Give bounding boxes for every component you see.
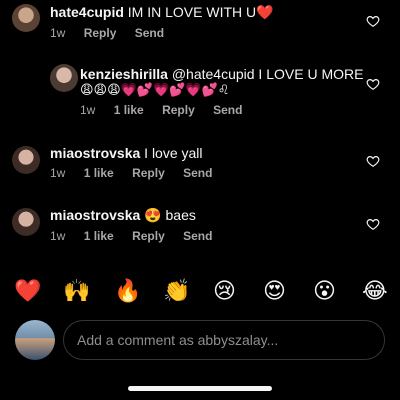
comment-line: miaostrovska 😍 baes	[50, 206, 196, 224]
reaction-fire-emoji[interactable]: 🔥	[114, 277, 141, 307]
comment-text: I love yall	[144, 145, 203, 161]
comment-meta: 1w 1 like Reply Send	[80, 103, 257, 117]
reaction-raised-hands-emoji[interactable]: 🙌	[63, 277, 90, 307]
comment-meta: 1w 1 like Reply Send	[50, 166, 227, 180]
comment-time: 1w	[80, 103, 96, 117]
send-button[interactable]: Send	[183, 229, 212, 243]
like-heart-icon[interactable]	[366, 77, 380, 91]
comment-item: miaostrovska I love yall 1w 1 like Reply…	[0, 140, 400, 185]
reply-button[interactable]: Reply	[162, 103, 195, 117]
comment-item: kenzieshirilla @hate4cupid I LOVE U MORE…	[0, 60, 400, 120]
comment-text: 😍 baes	[144, 207, 196, 223]
reaction-laughing-emoji[interactable]: 😂	[362, 277, 388, 307]
like-heart-icon[interactable]	[366, 14, 380, 28]
send-button[interactable]: Send	[183, 166, 212, 180]
avatar[interactable]	[50, 64, 78, 92]
current-user-avatar	[15, 320, 55, 360]
reaction-crying-emoji[interactable]: 😢	[213, 277, 236, 307]
comment-username[interactable]: hate4cupid	[50, 4, 124, 20]
avatar[interactable]	[12, 208, 40, 236]
comment-item: hate4cupid IM IN LOVE WITH U❤️ 1w Reply …	[0, 0, 400, 45]
reply-button[interactable]: Reply	[84, 26, 117, 40]
comment-input[interactable]	[64, 321, 384, 359]
comment-line: hate4cupid IM IN LOVE WITH U❤️	[50, 3, 274, 21]
reply-button[interactable]: Reply	[132, 229, 165, 243]
comment-item: miaostrovska 😍 baes 1w 1 like Reply Send	[0, 202, 400, 247]
comment-line: miaostrovska I love yall	[50, 144, 203, 162]
avatar[interactable]	[12, 146, 40, 174]
reaction-heart-emoji[interactable]: ❤️	[14, 277, 41, 307]
comment-username[interactable]: kenzieshirilla	[80, 66, 168, 82]
comment-time: 1w	[50, 229, 66, 243]
likes-count[interactable]: 1 like	[114, 103, 144, 117]
reaction-surprised-emoji[interactable]: 😮	[313, 277, 336, 307]
like-heart-icon[interactable]	[366, 154, 380, 168]
like-heart-icon[interactable]	[366, 217, 380, 231]
avatar[interactable]	[12, 4, 40, 32]
comment-meta: 1w 1 like Reply Send	[50, 229, 227, 243]
comment-meta: 1w Reply Send	[50, 26, 179, 40]
comment-line: kenzieshirilla @hate4cupid I LOVE U MORE	[80, 65, 363, 83]
comment-username[interactable]: miaostrovska	[50, 207, 140, 223]
reply-button[interactable]: Reply	[132, 166, 165, 180]
reaction-clapping-emoji[interactable]: 👏	[163, 277, 190, 307]
comment-time: 1w	[50, 166, 66, 180]
likes-count[interactable]: 1 like	[84, 166, 114, 180]
reaction-heart-eyes-emoji[interactable]: 😍	[263, 277, 286, 307]
likes-count[interactable]: 1 like	[84, 229, 114, 243]
comment-text-continued: 😩😩😩💗💕💗💕💗💕♌	[80, 83, 230, 98]
send-button[interactable]: Send	[213, 103, 242, 117]
comment-input-container[interactable]	[63, 320, 385, 360]
comment-text: @hate4cupid I LOVE U MORE	[171, 66, 364, 82]
home-indicator[interactable]	[128, 386, 272, 391]
comment-text: IM IN LOVE WITH U❤️	[127, 4, 274, 20]
quick-reactions-bar: ❤️ 🙌 🔥 👏 😢 😍 😮 😂	[0, 277, 400, 307]
send-button[interactable]: Send	[135, 26, 164, 40]
comment-time: 1w	[50, 26, 66, 40]
comment-username[interactable]: miaostrovska	[50, 145, 140, 161]
